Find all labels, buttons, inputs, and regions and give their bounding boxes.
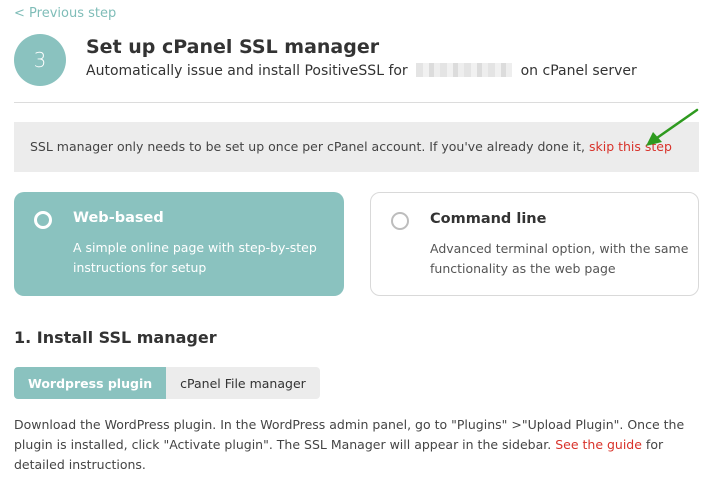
subtitle-text: Automatically issue and install Positive… (86, 63, 408, 79)
option-title: Command line (430, 211, 547, 227)
option-web-based[interactable]: Web-based A simple online page with step… (14, 192, 344, 296)
radio-selected-icon[interactable] (34, 211, 52, 229)
setup-note-text: SSL manager only needs to be set up once… (30, 139, 585, 154)
subtitle-suffix: on cPanel server (520, 63, 637, 79)
install-section-title: 1. Install SSL manager (14, 328, 217, 347)
tab-wordpress-plugin[interactable]: Wordpress plugin (14, 367, 167, 399)
step-number-badge: 3 (14, 34, 66, 86)
previous-step-link[interactable]: < Previous step (14, 6, 116, 21)
page-subtitle: Automatically issue and install Positive… (86, 63, 637, 79)
option-description: A simple online page with step-by-step i… (73, 240, 317, 275)
page-title: Set up cPanel SSL manager (86, 36, 380, 58)
tab-cpanel-file-manager[interactable]: cPanel File manager (166, 367, 320, 399)
see-guide-link[interactable]: See the guide (555, 437, 642, 452)
setup-note: SSL manager only needs to be set up once… (14, 122, 699, 172)
install-method-tabs: Wordpress plugin cPanel File manager (14, 367, 320, 399)
option-description: Advanced terminal option, with the same … (430, 241, 689, 276)
radio-unselected-icon[interactable] (391, 212, 409, 230)
install-instructions: Download the WordPress plugin. In the Wo… (14, 415, 704, 475)
green-arrow-icon (646, 108, 699, 146)
option-title: Web-based (73, 210, 164, 226)
option-command-line[interactable]: Command line Advanced terminal option, w… (370, 192, 699, 296)
header-divider (14, 102, 699, 103)
redacted-domain (416, 63, 513, 77)
